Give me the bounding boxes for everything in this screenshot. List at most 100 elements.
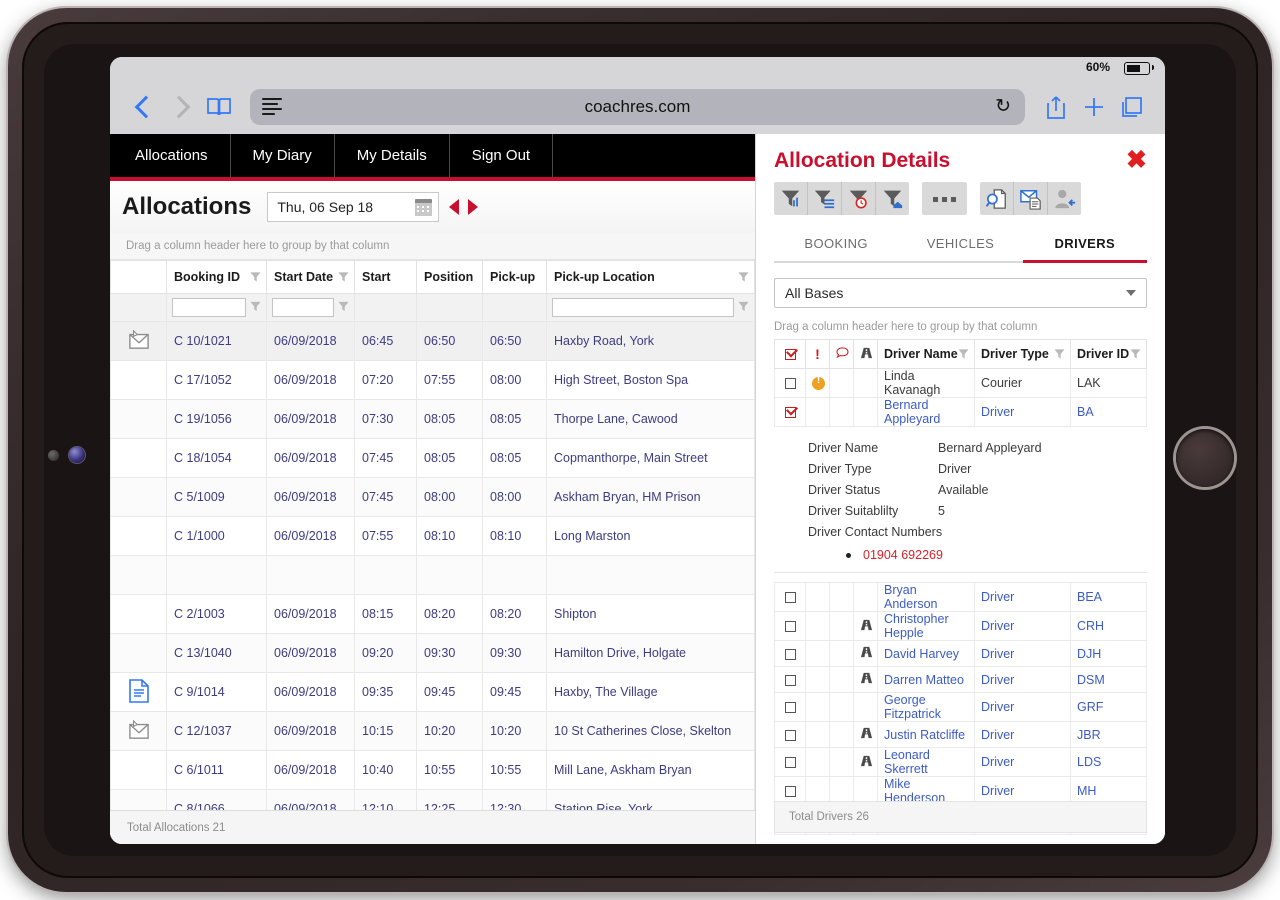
driver-checkbox-cell[interactable] [774, 582, 806, 612]
email-document-button[interactable] [1014, 182, 1048, 215]
driver-checkbox-cell[interactable] [774, 721, 806, 748]
driver-checkbox[interactable] [784, 378, 796, 390]
driver-row[interactable]: Bernard Appleyard Driver BA [774, 397, 1147, 427]
filter-icon[interactable] [738, 301, 749, 315]
table-row[interactable]: C 13/1040 06/09/2018 09:20 09:30 09:30 Hamilt… [110, 633, 755, 673]
driver-checkbox[interactable] [784, 621, 796, 633]
filter-icon[interactable] [738, 272, 749, 283]
drivers-column-header-driver-type[interactable]: Driver Type [974, 339, 1071, 369]
drivers-column-header-driver-id[interactable]: Driver ID [1070, 339, 1147, 369]
driver-checkbox-cell[interactable] [774, 397, 806, 427]
next-day-button[interactable] [468, 199, 479, 215]
table-row[interactable]: C 17/1052 06/09/2018 07:20 07:55 08:00 High S… [110, 360, 755, 400]
column-header-booking-id[interactable]: Booking ID [166, 260, 267, 294]
table-row[interactable]: C 9/1014 06/09/2018 09:35 09:45 09:45 Haxby, … [110, 672, 755, 712]
filter-icon[interactable] [338, 272, 349, 283]
driver-row[interactable]: Leonard Skerrett Driver LDS [774, 747, 1147, 777]
topnav-item-allocations[interactable]: Allocations [110, 134, 231, 177]
table-row[interactable]: C 10/1021 06/09/2018 06:45 06:50 06:50 Haxby … [110, 321, 755, 361]
close-icon[interactable]: ✖ [1126, 148, 1147, 173]
driver-checkbox-cell[interactable] [774, 692, 806, 722]
driver-checkbox[interactable] [784, 729, 796, 741]
home-button[interactable] [1176, 429, 1234, 487]
assign-user-button[interactable] [1048, 182, 1081, 215]
tab-drivers[interactable]: DRIVERS [1022, 229, 1147, 263]
driver-checkbox[interactable] [784, 592, 796, 604]
driver-row[interactable]: Darren Matteo Driver DSM [774, 666, 1147, 693]
filter-icon[interactable] [250, 272, 261, 283]
calendar-icon[interactable] [415, 198, 433, 216]
driver-row[interactable]: Christopher Hepple Driver CRH [774, 611, 1147, 641]
driver-checkbox-cell[interactable] [774, 368, 806, 398]
table-row[interactable]: C 5/1009 06/09/2018 07:45 08:00 08:00 Askham … [110, 477, 755, 517]
driver-checkbox[interactable] [784, 674, 796, 686]
column-header-pick-up-location[interactable]: Pick-up Location [546, 260, 755, 294]
tab-booking[interactable]: BOOKING [774, 229, 898, 261]
base-select[interactable]: All Bases [774, 278, 1147, 308]
driver-checkbox[interactable] [784, 702, 796, 714]
drivers-column-header-exclamation[interactable]: ! [805, 339, 830, 369]
new-tab-button[interactable] [1075, 88, 1113, 126]
filter-clock-button[interactable] [842, 182, 876, 215]
drivers-column-header-driver-name[interactable]: Driver Name [877, 339, 975, 369]
booking-id-filter-input[interactable] [172, 298, 246, 317]
back-button[interactable] [124, 88, 162, 126]
date-picker[interactable]: Thu, 06 Sep 18 [267, 192, 440, 222]
share-button[interactable] [1037, 88, 1075, 126]
topnav-item-my-details[interactable]: My Details [335, 134, 450, 177]
filter-icon[interactable] [1130, 349, 1141, 360]
column-header-start-date[interactable]: Start Date [266, 260, 355, 294]
drivers-column-header-comment[interactable] [829, 339, 854, 369]
document-search-button[interactable] [980, 182, 1014, 215]
driver-row[interactable]: Justin Ratcliffe Driver JBR [774, 721, 1147, 748]
filter-icon[interactable] [338, 301, 349, 315]
driver-checkbox[interactable] [784, 786, 796, 798]
table-row[interactable]: C 2/1003 06/09/2018 08:15 08:20 08:20 Shipton [110, 594, 755, 634]
address-bar[interactable]: coachres.com ↻ [250, 88, 1025, 125]
forward-button[interactable] [162, 88, 200, 126]
bookmarks-button[interactable] [200, 88, 238, 126]
driver-contact-number[interactable]: 01904 692269 [846, 548, 1147, 562]
topnav-item-sign-out[interactable]: Sign Out [450, 134, 554, 177]
column-header-pick-up[interactable]: Pick-up [482, 260, 547, 294]
pickup-location-filter-input[interactable] [552, 298, 734, 317]
start-date-filter-input[interactable] [272, 298, 334, 317]
reload-icon[interactable]: ↻ [995, 97, 1011, 116]
driver-checkbox-cell[interactable] [774, 747, 806, 777]
filter-list-button[interactable] [808, 182, 842, 215]
chevron-down-icon[interactable] [1126, 290, 1136, 296]
table-row[interactable]: C 12/1037 06/09/2018 10:15 10:20 10:20 10 St … [110, 711, 755, 751]
driver-checkbox[interactable] [784, 757, 796, 769]
driver-checkbox-cell[interactable] [774, 611, 806, 641]
prev-day-button[interactable] [449, 199, 460, 215]
filter-home-button[interactable] [876, 182, 909, 215]
table-row[interactable]: C 18/1054 06/09/2018 07:45 08:05 08:05 Copman… [110, 438, 755, 478]
tabs-button[interactable] [1113, 88, 1151, 126]
driver-row[interactable]: George Fitzpatrick Driver GRF [774, 692, 1147, 722]
table-row[interactable]: C 1/1000 06/09/2018 07:55 08:10 08:10 Long Ma… [110, 516, 755, 556]
column-header-icon[interactable] [110, 260, 167, 294]
table-row[interactable] [110, 555, 755, 595]
checkbox-header-icon[interactable] [784, 349, 796, 361]
column-header-position[interactable]: Position [416, 260, 483, 294]
reader-view-icon[interactable] [262, 97, 282, 116]
driver-checkbox[interactable] [784, 407, 796, 419]
driver-checkbox-cell[interactable] [774, 666, 806, 693]
filter-icon[interactable] [250, 301, 261, 315]
table-row[interactable]: C 19/1056 06/09/2018 07:30 08:05 08:05 Thorpe… [110, 399, 755, 439]
driver-checkbox-cell[interactable] [774, 640, 806, 667]
tab-vehicles[interactable]: VEHICLES [898, 229, 1022, 261]
filter-icon[interactable] [958, 349, 969, 360]
driver-checkbox[interactable] [784, 648, 796, 660]
more-options-button[interactable] [922, 182, 967, 215]
drivers-column-header-checkbox-header[interactable] [774, 339, 806, 369]
drivers-column-header-road[interactable] [853, 339, 878, 369]
filter-bars-button[interactable] [774, 182, 808, 215]
column-header-start[interactable]: Start [354, 260, 417, 294]
filter-icon[interactable] [1054, 349, 1065, 360]
driver-row[interactable]: David Harvey Driver DJH [774, 640, 1147, 667]
driver-row[interactable]: Linda KavanaghCourierLAK [774, 368, 1147, 398]
table-row[interactable]: C 6/1011 06/09/2018 10:40 10:55 10:55 Mill La… [110, 750, 755, 790]
driver-row[interactable]: Bryan Anderson Driver BEA [774, 582, 1147, 612]
topnav-item-my-diary[interactable]: My Diary [231, 134, 335, 177]
